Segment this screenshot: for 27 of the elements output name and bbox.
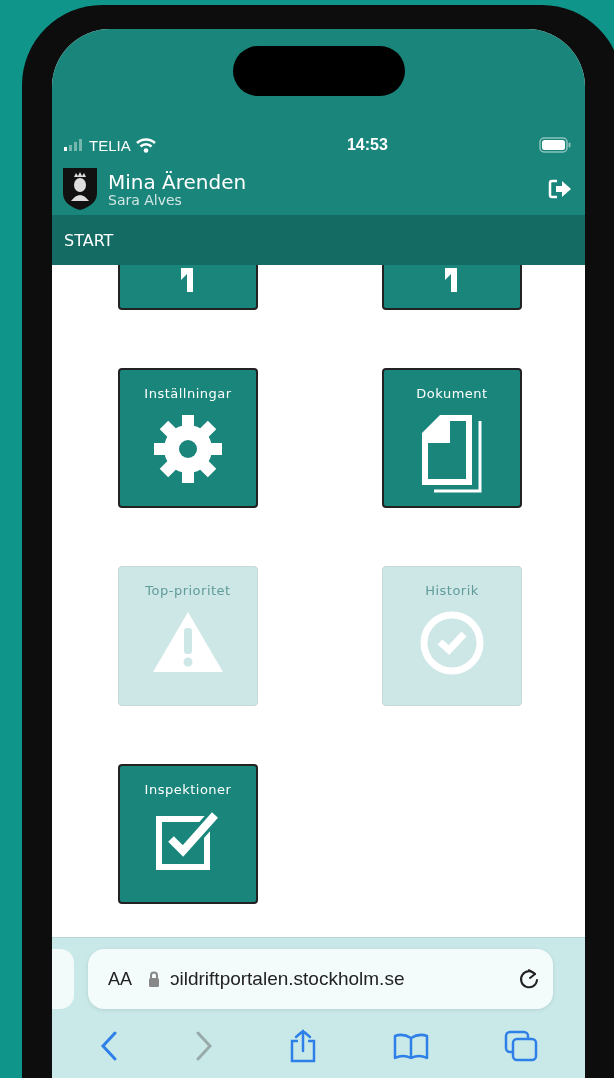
book-icon[interactable]	[393, 1032, 430, 1060]
tabs-icon[interactable]	[503, 1030, 538, 1062]
text-size-button[interactable]: AA	[108, 968, 132, 990]
app-title: Mina Ärenden	[108, 170, 248, 193]
menu-tile: Historik	[382, 566, 522, 706]
settings-icon	[152, 413, 224, 485]
menu-tile[interactable]: Inspektioner	[118, 764, 258, 904]
carrier-name: TELIA	[89, 136, 131, 154]
documents-icon	[420, 413, 484, 493]
menu-tile[interactable]: Dokument	[382, 368, 522, 508]
lock-icon	[148, 971, 160, 987]
warning-icon	[152, 610, 224, 674]
checkbox-icon	[155, 809, 221, 871]
url-text: ɔildriftportalen.stockholm.se	[170, 968, 406, 990]
user-name: Sara Alves	[108, 192, 183, 208]
signal-icon	[64, 139, 84, 151]
crest-icon	[62, 167, 98, 211]
clock-check-icon	[419, 610, 485, 676]
address-bar[interactable]: AA ɔildriftportalen.stockholm.se	[88, 949, 553, 1009]
breadcrumb[interactable]: START	[64, 230, 114, 250]
menu-tile: Top-prioritet	[118, 566, 258, 706]
reload-icon[interactable]	[517, 967, 541, 991]
wifi-icon	[135, 137, 156, 153]
clock-time: 14:53	[346, 136, 388, 154]
menu-tile[interactable]: Inställningar	[118, 368, 258, 508]
battery-icon	[539, 137, 571, 153]
logout-icon[interactable]	[547, 178, 573, 200]
